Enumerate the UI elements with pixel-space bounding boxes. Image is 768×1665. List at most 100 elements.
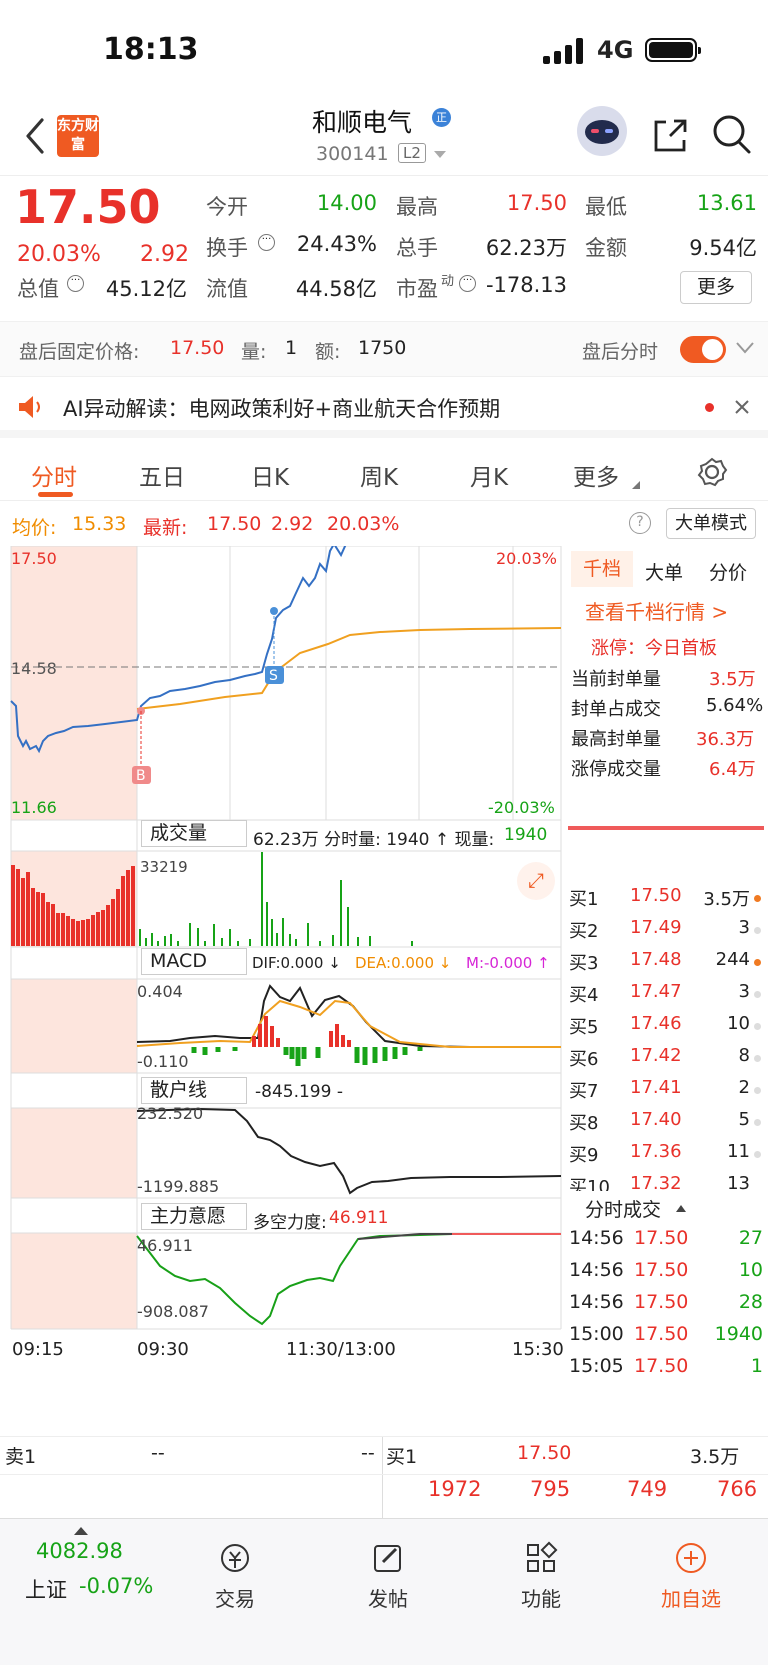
turnover-value: 24.43% bbox=[296, 232, 377, 256]
dea-value: DEA:0.000 ↓ bbox=[355, 954, 452, 972]
info-icon[interactable]: ··· bbox=[67, 275, 84, 292]
tab-monthly-k[interactable]: 月K bbox=[470, 458, 508, 492]
svg-text:-20.03%: -20.03% bbox=[488, 798, 555, 817]
ai-avatar-icon[interactable] bbox=[577, 106, 627, 156]
bid-level-dot-icon bbox=[754, 1151, 761, 1158]
bid-level-row[interactable]: 买2 17.49 3 bbox=[566, 917, 768, 949]
trade-ticks-title[interactable]: 分时成交 bbox=[585, 1195, 661, 1222]
index-name[interactable]: 上证 bbox=[25, 1574, 67, 1604]
bid-level-row[interactable]: 买5 17.46 10 bbox=[566, 1013, 768, 1045]
after-hours-toggle[interactable] bbox=[680, 336, 726, 363]
bid-level-row[interactable]: 买9 17.36 11 bbox=[566, 1141, 768, 1173]
queue-volume: 749 bbox=[627, 1477, 668, 1501]
help-icon[interactable]: ? bbox=[629, 512, 651, 534]
bid-level-label: 买3 bbox=[569, 953, 599, 974]
signal-icon bbox=[543, 38, 587, 64]
tab-more[interactable]: 更多 bbox=[573, 458, 619, 492]
low-label: 最低 bbox=[585, 195, 627, 219]
network-type: 4G bbox=[597, 36, 634, 64]
bid-level-label: 买9 bbox=[569, 1145, 599, 1166]
chevron-down-icon[interactable] bbox=[736, 342, 754, 354]
bid-price: 17.49 bbox=[630, 917, 682, 938]
retail-line-selector[interactable]: 散户线 bbox=[141, 1077, 247, 1104]
bid-level-label: 买1 bbox=[569, 889, 599, 910]
share-icon[interactable] bbox=[650, 116, 690, 156]
tab-big-orders[interactable]: 大单 bbox=[645, 558, 683, 585]
speaker-icon bbox=[19, 396, 40, 418]
queue-volume: 1972 bbox=[428, 1477, 482, 1501]
bid-volume: 10 bbox=[727, 1013, 750, 1034]
eastmoney-logo[interactable]: 东方财富 bbox=[57, 115, 99, 157]
limit-stat-label: 封单占成交 bbox=[571, 699, 661, 720]
ai-alert-bar[interactable]: AI异动解读：电网政策利好+商业航天合作预期 bbox=[0, 377, 768, 438]
index-value[interactable]: 4082.98 bbox=[36, 1539, 123, 1563]
level-badge[interactable]: L2 bbox=[398, 143, 426, 163]
bid-level-label: 买10 bbox=[569, 1177, 610, 1191]
bid-level-row[interactable]: 买4 17.47 3 bbox=[566, 981, 768, 1013]
settings-icon[interactable] bbox=[696, 456, 728, 488]
tab-price-distribution[interactable]: 分价 bbox=[709, 558, 747, 585]
bid-level-dot-icon bbox=[754, 1087, 761, 1094]
info-icon[interactable]: ··· bbox=[258, 234, 275, 251]
add-icon bbox=[676, 1543, 706, 1573]
tab-five-day[interactable]: 五日 bbox=[139, 458, 185, 492]
collapse-icon[interactable] bbox=[676, 1204, 686, 1212]
limit-stat-label: 最高封单量 bbox=[571, 729, 661, 750]
volume-selector[interactable]: 成交量 bbox=[141, 820, 247, 847]
intraday-chart[interactable]: 17.50 14.58 11.66 20.03% -20.03% B S 332… bbox=[0, 542, 566, 1436]
add-watchlist-tab[interactable]: 加自选 bbox=[636, 1541, 746, 1612]
close-icon[interactable] bbox=[734, 399, 750, 415]
tab-intraday[interactable]: 分时 bbox=[31, 458, 77, 492]
stock-code: 300141 bbox=[316, 143, 389, 165]
bid-level-row[interactable]: 买6 17.42 8 bbox=[566, 1045, 768, 1077]
back-icon[interactable] bbox=[23, 116, 47, 156]
change-percent: 20.03% bbox=[17, 242, 101, 267]
svg-text:B: B bbox=[136, 768, 146, 784]
low-value: 13.61 bbox=[696, 191, 757, 215]
bid-level-row[interactable]: 买3 17.48 244 bbox=[566, 949, 768, 981]
macd-selector[interactable]: MACD bbox=[141, 948, 247, 975]
tab-thousand-levels[interactable]: 千档 bbox=[571, 551, 633, 587]
main-intent-selector[interactable]: 主力意愿 bbox=[141, 1203, 247, 1230]
grid-icon bbox=[527, 1541, 558, 1572]
after-hours-bar: 盘后固定价格: 17.50 量: 1 额: 1750 盘后分时 bbox=[0, 321, 768, 377]
bid-level-label: 买4 bbox=[569, 985, 599, 1006]
bid-price: 17.47 bbox=[630, 981, 682, 1002]
volume-info: 62.23万 分时量: 1940 ↑ 现量: bbox=[253, 830, 495, 850]
dropdown-icon[interactable] bbox=[434, 151, 446, 159]
more-button[interactable]: 更多 bbox=[680, 271, 752, 304]
tab-daily-k[interactable]: 日K bbox=[251, 458, 289, 492]
chart-tabs: 分时 五日 日K 周K 月K 更多 bbox=[0, 446, 768, 501]
function-tab[interactable]: 功能 bbox=[486, 1541, 596, 1612]
bid-level-row[interactable]: 买8 17.40 5 bbox=[566, 1109, 768, 1141]
last-price: 17.50 bbox=[15, 180, 161, 234]
index-up-arrow-icon bbox=[74, 1527, 88, 1535]
view-thousand-levels-link[interactable]: 查看千档行情 > bbox=[585, 596, 728, 625]
post-tab[interactable]: 发帖 bbox=[333, 1541, 443, 1612]
queue-volume: 795 bbox=[530, 1477, 571, 1501]
function-tab-label: 功能 bbox=[521, 1587, 561, 1611]
big-order-mode-button[interactable]: 大单模式 bbox=[666, 508, 756, 539]
bid-price: 17.46 bbox=[630, 1013, 682, 1034]
bid-level-row[interactable]: 买7 17.41 2 bbox=[566, 1077, 768, 1109]
bid-volume: 8 bbox=[738, 1045, 750, 1066]
intraday-chart-svg: 17.50 14.58 11.66 20.03% -20.03% B S 332… bbox=[10, 542, 562, 1330]
mcap-value: 45.12亿 bbox=[105, 277, 187, 301]
tick-volume: 1 bbox=[750, 1355, 763, 1377]
search-icon[interactable] bbox=[711, 113, 753, 157]
bid-volume: 2 bbox=[738, 1077, 750, 1098]
expand-icon[interactable]: ⤢ bbox=[517, 862, 555, 900]
sell-one-label: 卖1 bbox=[5, 1446, 37, 1468]
bid-level-row[interactable]: 买10 17.32 13 bbox=[566, 1173, 768, 1191]
battery-icon bbox=[645, 38, 701, 62]
tick-time: 15:05 bbox=[569, 1355, 624, 1377]
index-change[interactable]: -0.07% bbox=[79, 1574, 153, 1598]
info-icon[interactable]: ··· bbox=[459, 275, 476, 292]
bid-level-row[interactable]: 买1 17.50 3.5万 bbox=[566, 885, 768, 917]
stock-name: 和顺电气 bbox=[312, 108, 413, 137]
tab-weekly-k[interactable]: 周K bbox=[360, 458, 398, 492]
trade-tab[interactable]: 交易 bbox=[180, 1541, 290, 1612]
svg-text:14.58: 14.58 bbox=[11, 659, 57, 678]
change-amount: 2.92 bbox=[140, 242, 189, 267]
bid-level-dot-icon bbox=[754, 991, 761, 998]
